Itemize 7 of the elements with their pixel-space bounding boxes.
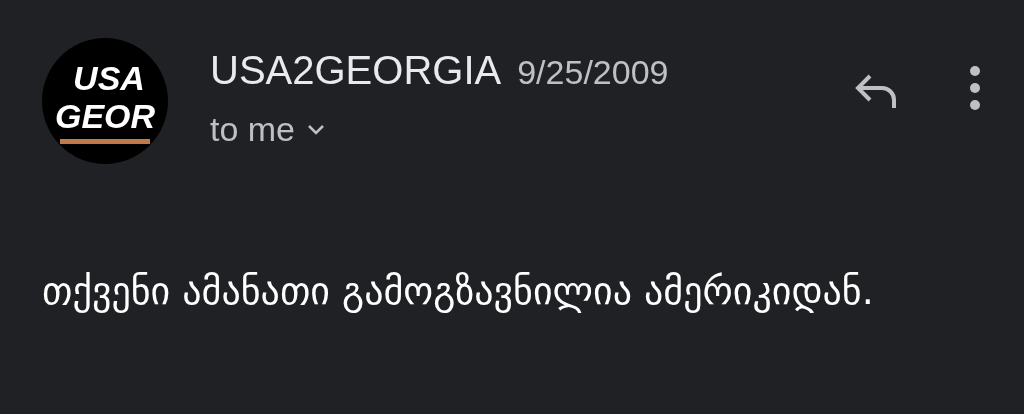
recipient-toggle[interactable]: to me <box>210 104 326 155</box>
chevron-down-icon <box>307 123 326 136</box>
avatar-text: USA <box>72 58 145 97</box>
email-date: 9/25/2009 <box>517 52 669 93</box>
avatar-text: GEOR <box>54 96 156 135</box>
email-body: თქვენი ამანათი გამოგზავნილია ამერიკიდან. <box>41 268 875 315</box>
sender-name: USA2GEORGIA <box>210 47 502 94</box>
